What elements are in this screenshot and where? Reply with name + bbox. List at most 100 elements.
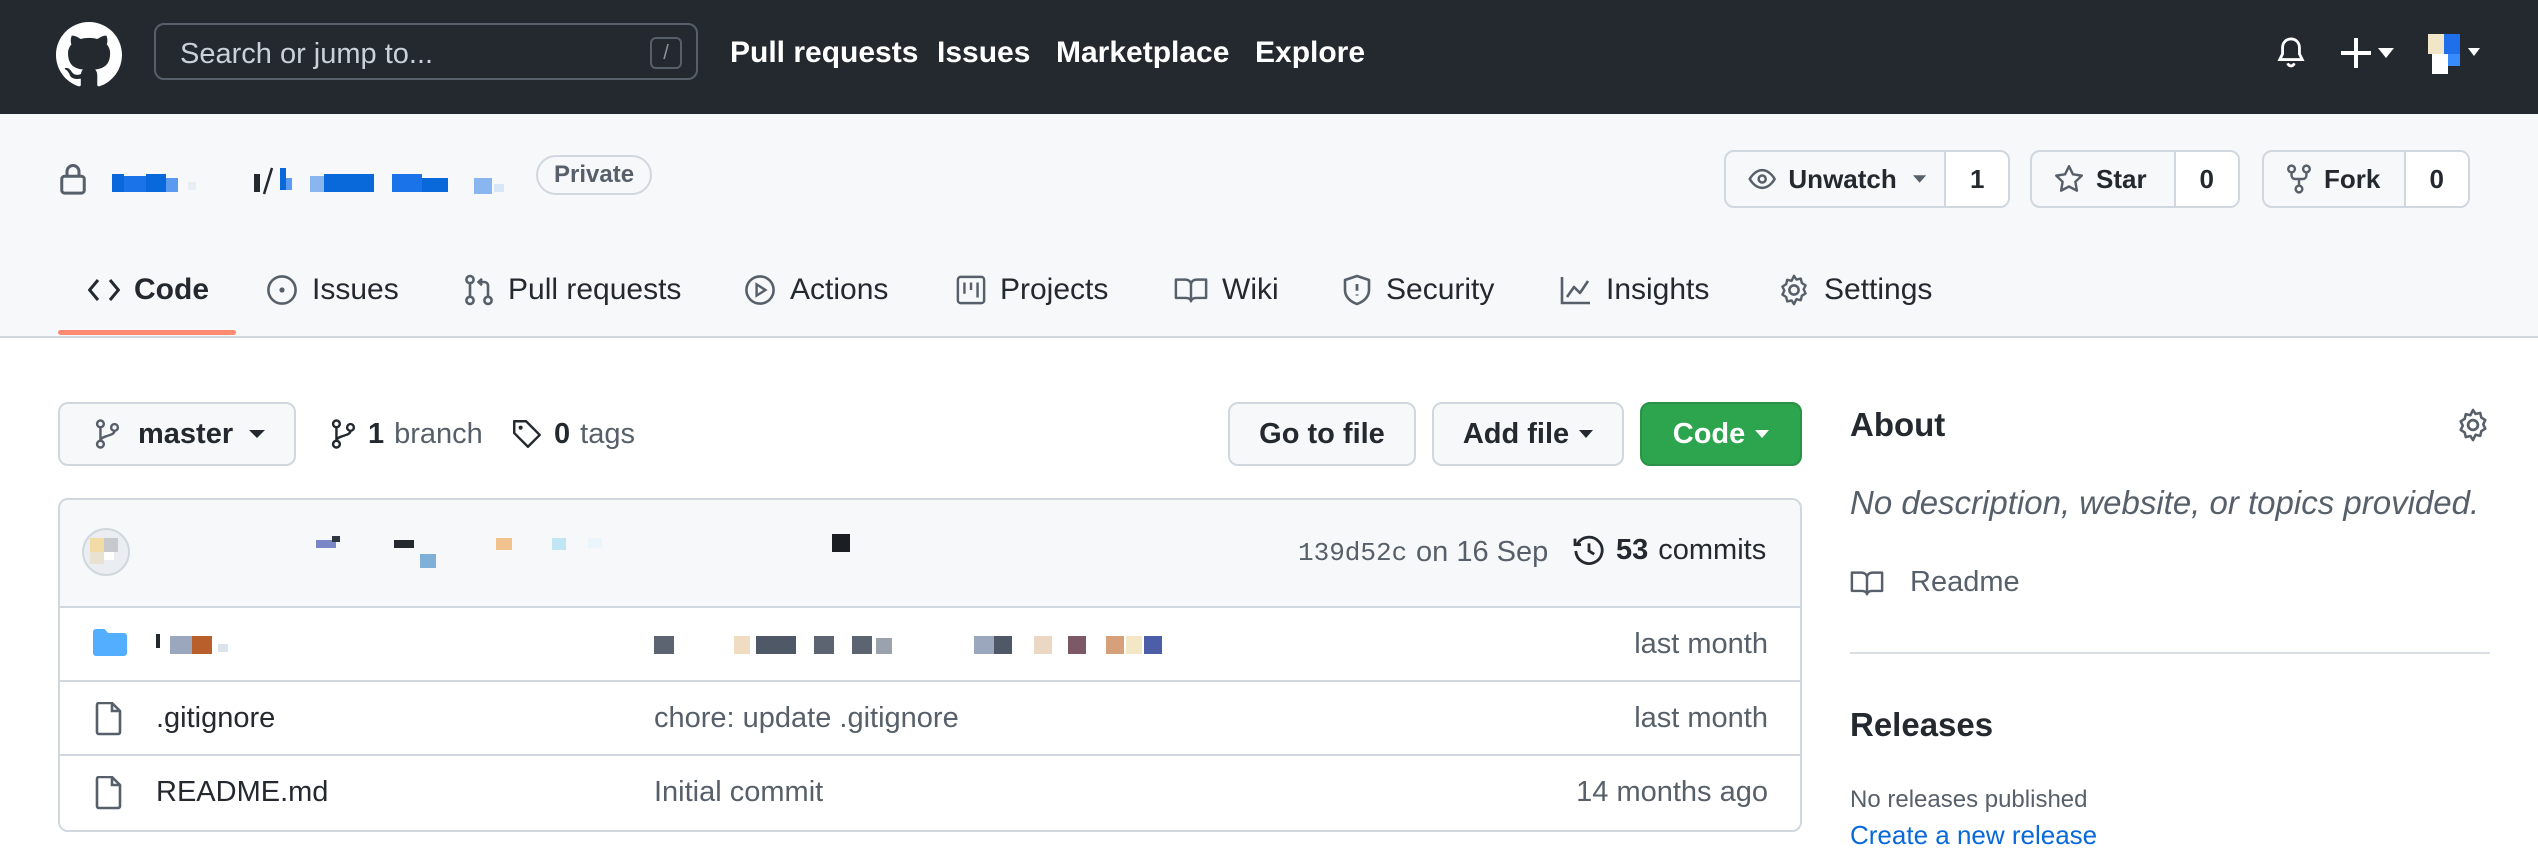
readme-label: Readme: [1910, 566, 2020, 598]
global-header: Search or jump to... / Pull requests Iss…: [0, 0, 2538, 114]
tab-pull-requests[interactable]: Pull requests: [464, 266, 681, 314]
eye-icon: [1748, 168, 1777, 190]
code-button-label: Code: [1672, 417, 1746, 450]
tab-pull-requests-label: Pull requests: [508, 273, 682, 306]
tab-code[interactable]: Code: [88, 266, 209, 314]
code-icon: [88, 279, 120, 301]
file-commit-message[interactable]: Initial commit: [654, 776, 823, 809]
add-file-label: Add file: [1462, 417, 1570, 450]
file-name[interactable]: .gitignore: [156, 702, 275, 735]
star-button-group: Star 0: [2030, 150, 2240, 208]
play-icon: [745, 275, 775, 305]
tab-wiki[interactable]: Wiki: [1174, 266, 1279, 314]
shield-icon: [1343, 274, 1371, 306]
create-release-link[interactable]: Create a new release: [1850, 820, 2097, 848]
github-logo-icon[interactable]: [56, 22, 122, 88]
star-label: Star: [2096, 163, 2147, 194]
repository-header: Private Unwatch 1 Star 0 Fork 0 Code Iss…: [0, 114, 2538, 338]
commit-count-label: commits: [1658, 534, 1767, 566]
add-file-button[interactable]: Add file: [1432, 402, 1624, 466]
tab-projects-label: Projects: [1000, 273, 1109, 306]
branch-name: master: [138, 417, 234, 450]
branches-link[interactable]: 1 branch: [330, 414, 483, 454]
file-name[interactable]: README.md: [156, 776, 328, 809]
repo-forked-icon: [2287, 164, 2311, 194]
tab-insights-label: Insights: [1606, 273, 1710, 306]
tag-icon: [513, 420, 541, 448]
git-branch-icon: [331, 419, 356, 449]
search-input[interactable]: Search or jump to... /: [154, 23, 698, 80]
redacted-folder-commit-message: [654, 636, 1162, 654]
repo-owner-link[interactable]: [112, 172, 206, 194]
file-row-readme[interactable]: README.md Initial commit 14 months ago: [60, 756, 1800, 830]
nav-pull-requests[interactable]: Pull requests: [730, 36, 918, 70]
history-icon: [1573, 535, 1604, 565]
star-button[interactable]: Star: [2032, 152, 2174, 206]
tab-wiki-label: Wiki: [1222, 273, 1279, 306]
commit-date: on 16 Sep: [1416, 536, 1549, 568]
tab-security[interactable]: Security: [1342, 266, 1494, 314]
gear-icon: [1781, 274, 1807, 306]
code-download-button[interactable]: Code: [1640, 402, 1802, 466]
tab-settings-label: Settings: [1824, 273, 1933, 306]
repo-path-separator: [254, 167, 292, 195]
repo-name-link[interactable]: [310, 172, 520, 194]
commit-message-link[interactable]: [156, 534, 856, 580]
readme-link[interactable]: Readme: [1850, 566, 2020, 599]
releases-heading[interactable]: Releases: [1850, 706, 1993, 744]
tab-settings[interactable]: Settings: [1778, 266, 1932, 314]
graph-icon: [1560, 277, 1590, 305]
search-placeholder: Search or jump to...: [180, 38, 434, 70]
forks-count[interactable]: 0: [2403, 152, 2468, 206]
fork-button-group: Fork 0: [2262, 150, 2470, 208]
unwatch-button[interactable]: Unwatch: [1726, 152, 1944, 206]
chevron-down-icon: [249, 430, 266, 438]
tag-count-label: tags: [580, 417, 635, 450]
commit-sha-link[interactable]: 139d52c: [1298, 538, 1407, 568]
watchers-count[interactable]: 1: [1944, 152, 2009, 206]
folder-icon: [93, 629, 127, 656]
chevron-down-icon: [1912, 175, 1926, 183]
tab-issues-label: Issues: [312, 273, 399, 306]
create-new-plus-icon[interactable]: [2340, 36, 2396, 70]
tab-actions[interactable]: Actions: [744, 266, 888, 314]
tab-projects[interactable]: Projects: [956, 266, 1108, 314]
tab-issues[interactable]: Issues: [266, 266, 399, 314]
book-icon: [1850, 570, 1884, 596]
chevron-down-icon: [1579, 430, 1594, 438]
issue-opened-icon: [267, 275, 297, 305]
tab-actions-label: Actions: [790, 273, 889, 306]
fork-button[interactable]: Fork: [2264, 152, 2404, 206]
file-row-folder[interactable]: last month: [60, 608, 1800, 682]
user-avatar-menu[interactable]: [2424, 30, 2484, 78]
branch-select-button[interactable]: master: [58, 402, 296, 466]
notifications-bell-icon[interactable]: [2276, 36, 2306, 70]
star-icon: [2055, 165, 2083, 192]
file-icon: [95, 702, 122, 736]
project-icon: [956, 275, 986, 305]
file-last-updated: 14 months ago: [1576, 776, 1768, 808]
file-listing: 139d52c on 16 Sep 53 commits last month …: [58, 498, 1802, 832]
file-row-gitignore[interactable]: .gitignore chore: update .gitignore last…: [60, 682, 1800, 756]
stargazers-count[interactable]: 0: [2173, 152, 2238, 206]
about-heading: About: [1850, 406, 1946, 443]
go-to-file-button[interactable]: Go to file: [1228, 402, 1416, 466]
branch-count-label: branch: [394, 417, 483, 450]
no-releases-text: No releases published: [1850, 786, 2088, 813]
file-commit-message[interactable]: chore: update .gitignore: [654, 702, 959, 735]
active-tab-indicator: [58, 330, 236, 335]
book-icon: [1174, 278, 1208, 303]
nav-marketplace[interactable]: Marketplace: [1056, 36, 1229, 70]
lock-icon: [60, 164, 86, 195]
tags-link[interactable]: 0 tags: [512, 414, 635, 454]
nav-issues[interactable]: Issues: [937, 36, 1030, 70]
about-settings-gear-icon[interactable]: [2456, 408, 2490, 442]
committer-avatar[interactable]: [82, 528, 130, 576]
latest-commit-row: 139d52c on 16 Sep 53 commits: [60, 500, 1800, 608]
tab-insights[interactable]: Insights: [1560, 266, 1709, 314]
unwatch-label: Unwatch: [1788, 163, 1897, 194]
commits-history-link[interactable]: 53 commits: [1572, 534, 1766, 567]
tab-code-label: Code: [134, 273, 209, 306]
branch-count: 1: [368, 417, 385, 450]
nav-explore[interactable]: Explore: [1255, 36, 1365, 70]
